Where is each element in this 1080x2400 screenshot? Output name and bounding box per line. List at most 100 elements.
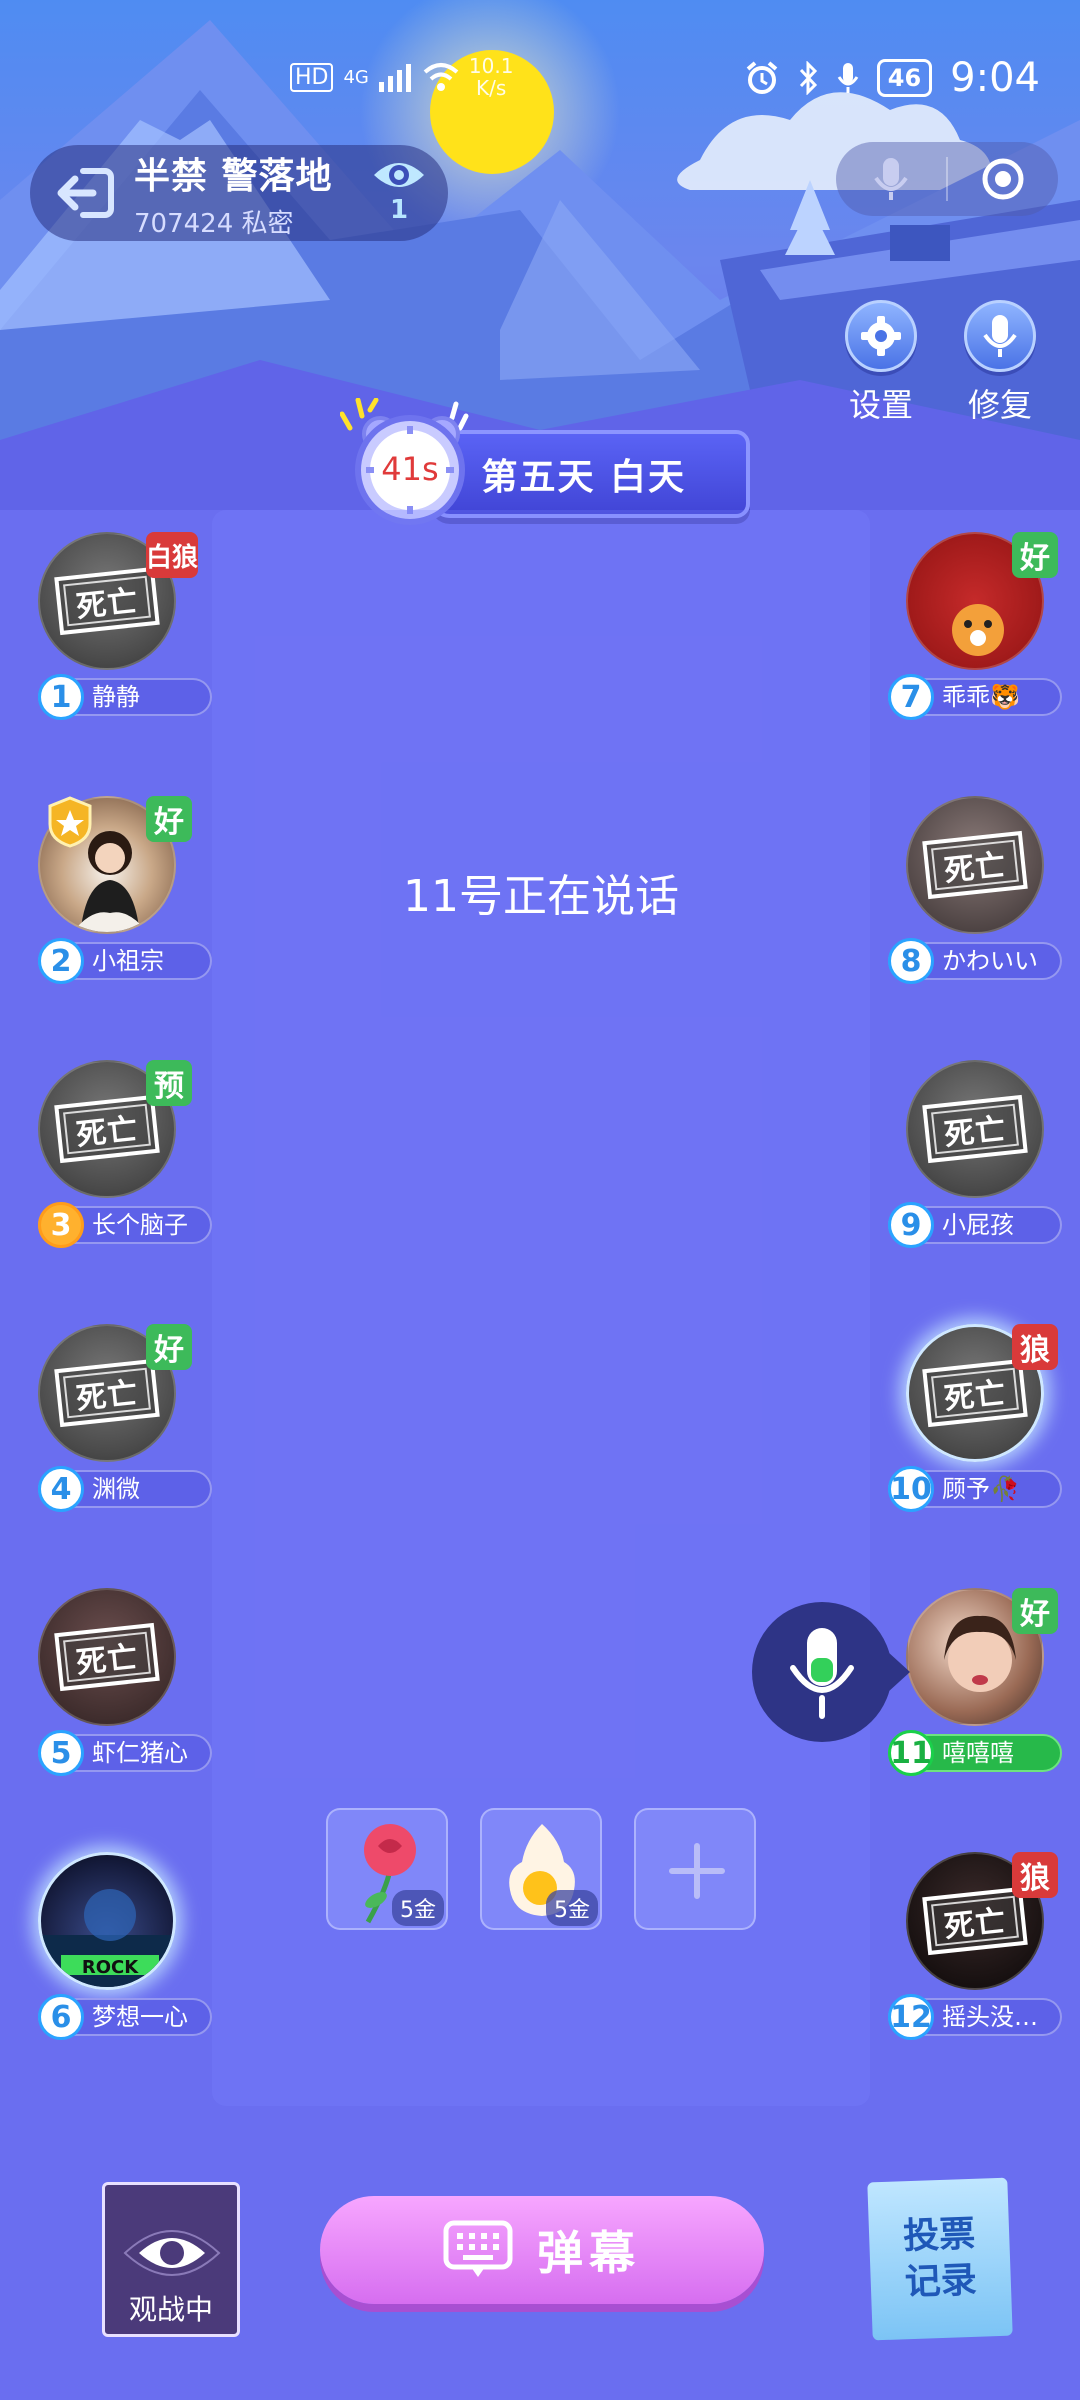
record-button[interactable] bbox=[948, 157, 1058, 201]
player-seat-8[interactable]: 死亡 8 かわいい bbox=[886, 796, 1066, 984]
seat-number: 10 bbox=[888, 1466, 934, 1512]
alarm-icon bbox=[746, 61, 778, 94]
role-badge: 好 bbox=[146, 796, 192, 842]
role-badge: 好 bbox=[146, 1324, 192, 1370]
player-seat-3[interactable]: 死亡 预 3 长个脑子 bbox=[18, 1060, 212, 1248]
role-badge: 狼 bbox=[1012, 1324, 1058, 1370]
gear-icon bbox=[861, 316, 901, 356]
signal-icon bbox=[378, 64, 411, 92]
net-speed: 10.1 K/s bbox=[469, 55, 514, 99]
gift-price: 5金 bbox=[392, 1890, 444, 1926]
repair-circle bbox=[964, 300, 1036, 372]
dead-stamp: 死亡 bbox=[54, 1622, 160, 1692]
repair-label: 修复 bbox=[967, 386, 1032, 424]
repair-button[interactable]: 修复 bbox=[955, 300, 1045, 426]
role-badge: 预 bbox=[146, 1060, 192, 1106]
status-mic-icon bbox=[837, 63, 859, 93]
keyboard-icon bbox=[443, 2220, 513, 2277]
role-badge: 好 bbox=[1012, 1588, 1058, 1634]
player-seat-12[interactable]: 死亡 狼 12 摇头没… bbox=[886, 1852, 1066, 2040]
avatar: 死亡 bbox=[38, 1588, 176, 1726]
seat-number: 7 bbox=[888, 674, 934, 720]
mic-repair-icon bbox=[983, 315, 1017, 357]
player-seat-1[interactable]: 死亡 白狼 1 静静 bbox=[18, 532, 212, 720]
network-label: 4G bbox=[343, 66, 369, 88]
bluetooth-icon bbox=[799, 61, 817, 95]
player-seat-6[interactable]: ROCK 6 梦想一心 bbox=[18, 1852, 212, 2040]
voice-controls bbox=[836, 142, 1058, 216]
vote-label-line2: 记录 bbox=[904, 2259, 978, 2304]
battery-level: 46 bbox=[876, 59, 933, 97]
net-speed-unit: K/s bbox=[476, 76, 507, 100]
player-seat-4[interactable]: 死亡 好 4 渊微 bbox=[18, 1324, 212, 1512]
role-badge: 好 bbox=[1012, 532, 1058, 578]
wifi-icon bbox=[423, 63, 459, 91]
room-meta: 707424 私密 bbox=[134, 208, 294, 239]
gift-price: 5金 bbox=[546, 1890, 598, 1926]
seat-number: 11 bbox=[888, 1730, 934, 1776]
record-icon bbox=[982, 158, 1024, 200]
mic-toggle-button[interactable] bbox=[836, 156, 946, 202]
exit-icon bbox=[57, 168, 114, 218]
seat-number: 8 bbox=[888, 938, 934, 984]
speaking-mic-icon bbox=[790, 1628, 854, 1719]
player-seat-2[interactable]: 好 2 小祖宗 bbox=[18, 796, 212, 984]
avatar: ROCK bbox=[38, 1852, 176, 1990]
hd-label: HD bbox=[290, 62, 334, 92]
role-badge: 白狼 bbox=[146, 532, 198, 578]
exit-button[interactable] bbox=[50, 158, 120, 228]
dead-stamp: 死亡 bbox=[922, 1358, 1028, 1428]
settings-button[interactable]: 设置 bbox=[836, 300, 926, 426]
svg-text:ROCK: ROCK bbox=[82, 1957, 139, 1978]
status-right: 46 9:04 bbox=[745, 55, 1040, 101]
vote-label-line1: 投票 bbox=[902, 2213, 976, 2258]
status-left: HD 4G 10.1 K/s bbox=[290, 55, 513, 99]
status-bar: HD 4G 10.1 K/s 46 9:04 bbox=[0, 0, 1080, 150]
avatar: 死亡 bbox=[906, 796, 1044, 934]
room-info: 半禁 警落地 707424 私密 bbox=[134, 147, 333, 240]
player-seat-5[interactable]: 死亡 5 虾仁猪心 bbox=[18, 1588, 212, 1776]
settings-circle bbox=[845, 300, 917, 372]
danmaku-button[interactable]: 弹幕 bbox=[320, 2196, 764, 2304]
eye-icon bbox=[374, 163, 424, 187]
danmaku-label: 弹幕 bbox=[537, 2226, 641, 2280]
seat-number: 2 bbox=[38, 938, 84, 984]
phase-label: 第五天 白天 bbox=[481, 457, 686, 498]
player-seat-7[interactable]: 好 7 乖乖🐯 bbox=[886, 532, 1066, 720]
sheriff-badge-icon bbox=[48, 796, 92, 848]
seat-number: 5 bbox=[38, 1730, 84, 1776]
gift-egg[interactable]: 5金 bbox=[480, 1808, 602, 1930]
avatar-image: ROCK bbox=[41, 1889, 173, 1987]
seat-number: 1 bbox=[38, 674, 84, 720]
dead-stamp: 死亡 bbox=[922, 1094, 1028, 1164]
gift-rose[interactable]: 5金 bbox=[326, 1808, 448, 1930]
spectate-label: 观战中 bbox=[128, 2293, 213, 2326]
avatar: 死亡 bbox=[906, 1060, 1044, 1198]
plus-icon bbox=[669, 1843, 725, 1899]
seat-number: 4 bbox=[38, 1466, 84, 1512]
viewer-counter[interactable]: 1 bbox=[372, 157, 426, 225]
room-name: 半禁 警落地 bbox=[134, 155, 333, 197]
countdown-seconds: 41s bbox=[381, 450, 439, 488]
dead-stamp: 死亡 bbox=[54, 1094, 160, 1164]
eye-card-icon bbox=[123, 2230, 221, 2276]
settings-label: 设置 bbox=[848, 386, 913, 424]
vote-record-button[interactable]: 投票 记录 bbox=[867, 2177, 1013, 2341]
speaking-indicator: 11号正在说话 bbox=[403, 871, 679, 922]
speaking-mic-indicator bbox=[752, 1602, 910, 1742]
clock-time: 9:04 bbox=[950, 55, 1040, 101]
dead-stamp: 死亡 bbox=[922, 830, 1028, 900]
net-speed-value: 10.1 bbox=[468, 54, 514, 78]
player-seat-11[interactable]: 好 11 嘻嘻嘻 bbox=[886, 1588, 1066, 1776]
add-gift-button[interactable] bbox=[634, 1808, 756, 1930]
dead-stamp: 死亡 bbox=[54, 566, 160, 636]
room-info-pill: 半禁 警落地 707424 私密 1 bbox=[30, 145, 448, 241]
player-seat-10[interactable]: 死亡 狼 10 顾予🥀 bbox=[886, 1324, 1066, 1512]
player-seat-9[interactable]: 死亡 9 小屁孩 bbox=[886, 1060, 1066, 1248]
spectate-card[interactable]: 观战中 bbox=[102, 2182, 240, 2337]
seat-number: 9 bbox=[888, 1202, 934, 1248]
viewer-count: 1 bbox=[389, 195, 409, 225]
mic-icon bbox=[874, 158, 908, 200]
seat-number: 6 bbox=[38, 1994, 84, 2040]
role-badge: 狼 bbox=[1012, 1852, 1058, 1898]
